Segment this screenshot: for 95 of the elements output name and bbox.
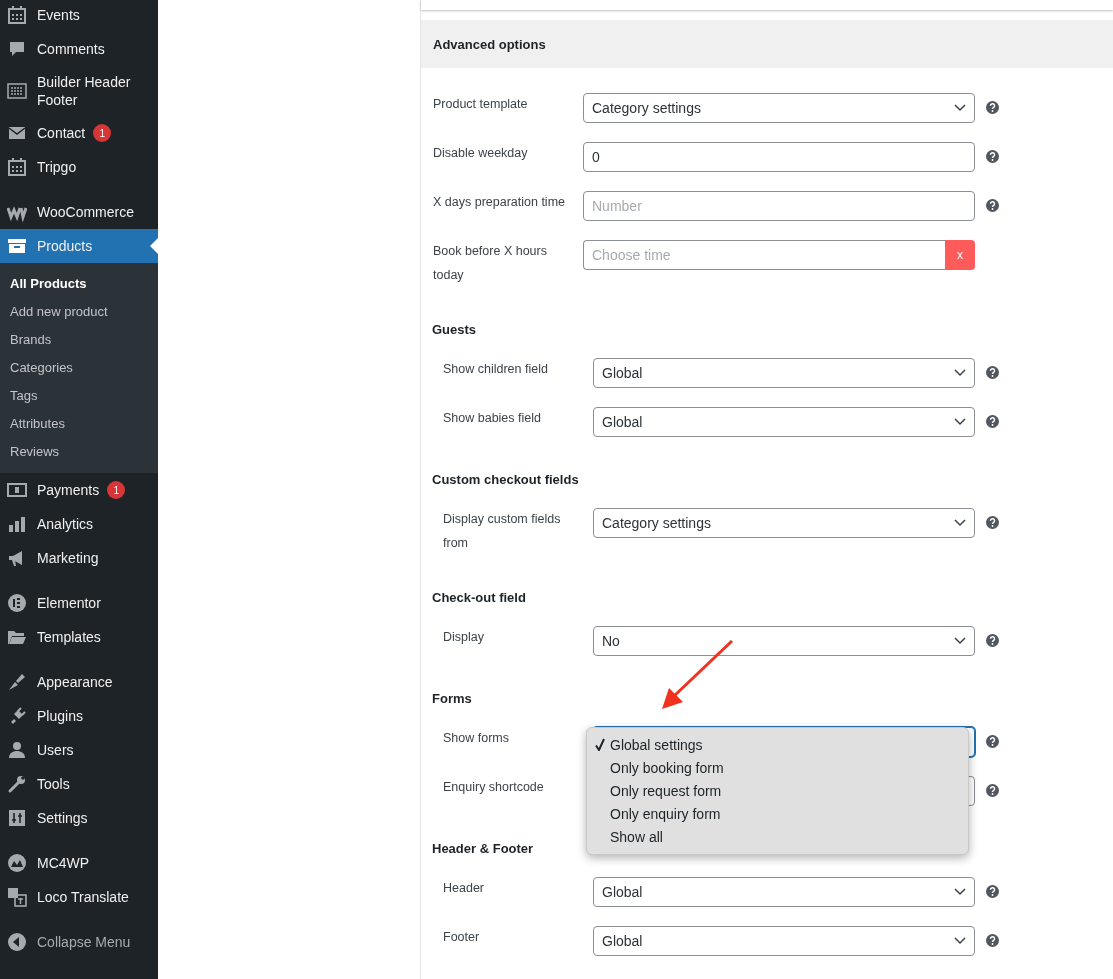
notification-badge: 1 — [93, 124, 112, 142]
menu-item[interactable]: Tools — [0, 767, 158, 801]
select-field[interactable]: No — [593, 626, 975, 656]
select-field[interactable]: Global — [593, 877, 975, 907]
checkmark-icon — [595, 737, 605, 751]
group-heading: Header & Footer — [432, 840, 534, 857]
submenu-item[interactable]: Reviews — [0, 438, 158, 466]
menu-icon — [7, 39, 27, 59]
help-icon[interactable] — [986, 885, 999, 898]
menu-icon — [7, 672, 27, 692]
menu-item[interactable]: Plugins — [0, 699, 158, 733]
help-icon[interactable] — [986, 735, 999, 748]
menu-item[interactable]: MC4WP — [0, 846, 158, 880]
field-label: Product template — [433, 96, 529, 113]
help-icon[interactable] — [986, 516, 999, 529]
group-heading: Check-out field — [432, 589, 526, 606]
menu-item[interactable]: Loco Translate — [0, 880, 158, 914]
menu-icon — [7, 887, 27, 907]
menu-item[interactable]: Contact 1 — [0, 116, 158, 150]
annotation-arrow — [661, 640, 733, 709]
menu-icon — [7, 81, 27, 101]
help-icon[interactable] — [986, 101, 999, 114]
menu-item[interactable]: Settings — [0, 801, 158, 835]
select-field[interactable]: Global — [593, 926, 975, 956]
menu-icon — [7, 774, 27, 794]
submenu-item[interactable]: Categories — [0, 354, 158, 382]
collapse-menu-button[interactable]: Collapse Menu — [0, 925, 158, 959]
chevron-down-icon — [954, 418, 966, 426]
dropdown-option[interactable]: Show all — [587, 825, 968, 848]
menu-item[interactable]: Products — [0, 229, 158, 263]
field-label: X days preparation time — [433, 194, 566, 211]
field-label: Display — [443, 629, 485, 646]
chevron-down-icon — [954, 888, 966, 896]
section-title: Advanced options — [421, 20, 1113, 68]
help-icon[interactable] — [986, 366, 999, 379]
help-icon[interactable] — [986, 634, 999, 647]
chevron-down-icon — [954, 519, 966, 527]
help-icon[interactable] — [986, 934, 999, 947]
menu-icon — [7, 808, 27, 828]
chevron-down-icon — [954, 369, 966, 377]
dropdown-option[interactable]: Global settings — [587, 733, 968, 756]
help-icon[interactable] — [986, 784, 999, 797]
menu-icon — [7, 157, 27, 177]
menu-item[interactable]: Users — [0, 733, 158, 767]
select-field[interactable]: Global — [593, 358, 975, 388]
select-field[interactable]: Category settings — [593, 508, 975, 538]
chevron-down-icon — [954, 637, 966, 645]
group-heading: Guests — [432, 321, 477, 338]
menu-item[interactable]: Builder Header Footer — [0, 66, 158, 116]
select-field[interactable]: Category settings — [583, 93, 975, 123]
submenu-item[interactable]: Brands — [0, 326, 158, 354]
submenu-item[interactable]: Add new product — [0, 298, 158, 326]
menu-item[interactable]: Templates — [0, 620, 158, 654]
menu-item[interactable]: Marketing — [0, 541, 158, 575]
field-label: Footer — [443, 929, 481, 946]
select-field[interactable]: Global — [593, 407, 975, 437]
menu-item[interactable]: WooCommerce — [0, 195, 158, 229]
help-icon[interactable] — [986, 150, 999, 163]
menu-item[interactable]: Analytics — [0, 507, 158, 541]
help-icon[interactable] — [986, 415, 999, 428]
submenu-item[interactable]: All Products — [0, 270, 158, 298]
group-heading: Custom checkout fields — [432, 471, 579, 488]
menu-icon — [7, 480, 27, 500]
dropdown-option[interactable]: Only booking form — [587, 756, 968, 779]
menu-item[interactable]: Comments — [0, 32, 158, 66]
menu-item[interactable]: Elementor — [0, 586, 158, 620]
submenu-item[interactable]: Tags — [0, 382, 158, 410]
menu-icon — [7, 514, 27, 534]
group-heading: Forms — [432, 690, 472, 707]
menu-icon — [7, 740, 27, 760]
menu-item[interactable]: Appearance — [0, 665, 158, 699]
chevron-down-icon — [954, 937, 966, 945]
field-label: Header — [443, 880, 485, 897]
menu-icon — [7, 5, 27, 25]
menu-item[interactable]: Tripgo — [0, 150, 158, 184]
menu-item[interactable]: Payments 1 — [0, 473, 158, 507]
menu-item[interactable]: Events — [0, 0, 158, 32]
field-label: Show children field — [443, 361, 549, 378]
field-label: Display custom fields from — [443, 511, 562, 552]
text-field[interactable]: 0 — [583, 142, 975, 172]
field-label: Disable weekday — [433, 145, 529, 162]
menu-icon — [7, 853, 27, 873]
menu-icon — [7, 236, 27, 256]
dropdown-option[interactable]: Only enquiry form — [587, 802, 968, 825]
field-label: Show babies field — [443, 410, 542, 427]
notification-badge: 1 — [107, 481, 126, 499]
field-label: Show forms — [443, 730, 510, 747]
submenu-item[interactable]: Attributes — [0, 410, 158, 438]
menu-icon — [7, 593, 27, 613]
field-label: Enquiry shortcode — [443, 779, 545, 796]
dropdown-option[interactable]: Only request form — [587, 779, 968, 802]
help-icon[interactable] — [986, 199, 999, 212]
chevron-down-icon — [954, 104, 966, 112]
collapse-icon — [7, 932, 27, 952]
field-label: Book before X hours today — [433, 243, 548, 284]
